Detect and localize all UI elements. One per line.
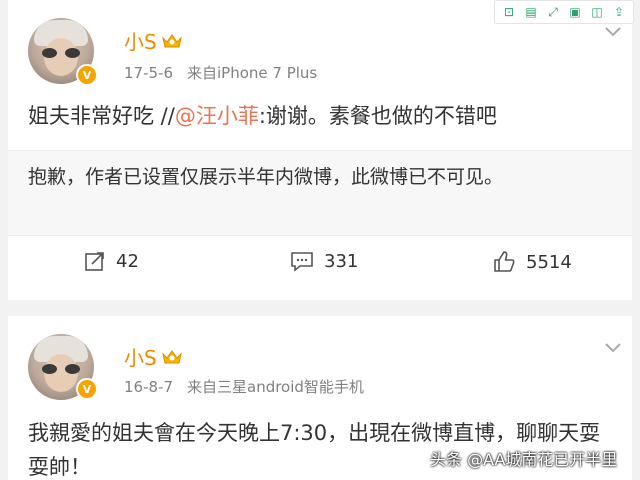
fullscreen-icon[interactable]: ⊡ [501, 4, 517, 20]
verified-badge-icon: V [76, 378, 98, 400]
watermark: 头条 @AA城南花已开半里 [430, 450, 618, 469]
post-meta: 16-8-7 来自三星android智能手机 [124, 376, 364, 397]
post-source: 来自iPhone 7 Plus [187, 64, 318, 82]
comment-count: 331 [324, 250, 359, 272]
weibo-post: V 小S 17-5-6 来自iPhone 7 Plus 姐夫非常好吃 //@汪小菲… [8, 0, 632, 300]
share-icon[interactable]: ⇪ [611, 4, 627, 20]
like-button[interactable]: 5514 [492, 250, 572, 274]
viewer-toolbar: ⊡ ▤ ⤢ ▣ ◫ ⇪ [494, 0, 634, 24]
repost-button[interactable]: 42 [84, 250, 139, 272]
mention-link[interactable]: @汪小菲 [175, 104, 259, 128]
weibo-screenshot: ⊡ ▤ ⤢ ▣ ◫ ⇪ V 小S 17-5-6 来自iPhone 7 Plus 姐… [0, 0, 640, 480]
post-date[interactable]: 17-5-6 [124, 64, 173, 82]
save-icon[interactable]: ▣ [567, 4, 583, 20]
post-date[interactable]: 16-8-7 [124, 378, 173, 396]
username-text: 小S [124, 346, 157, 370]
crown-badge-icon [161, 32, 183, 50]
quoted-post: 抱歉，作者已设置仅展示半年内微博，此微博已不可见。 [8, 150, 632, 236]
username[interactable]: 小S [124, 26, 183, 55]
post-meta: 17-5-6 来自iPhone 7 Plus [124, 62, 317, 83]
quoted-notice: 抱歉，作者已设置仅展示半年内微博，此微博已不可见。 [28, 166, 504, 188]
post-text-rest: :谢谢。素餐也做的不错吧 [258, 104, 497, 128]
chevron-down-icon[interactable] [604, 342, 622, 354]
bookmark-icon[interactable]: ◫ [589, 4, 605, 20]
action-bar: 42 331 5514 [8, 250, 632, 290]
comment-button[interactable]: 331 [290, 250, 358, 272]
thumbs-up-icon [494, 251, 515, 272]
repost-icon [85, 252, 104, 271]
comment-icon [291, 252, 313, 272]
expand-icon[interactable]: ⤢ [545, 4, 561, 20]
chevron-down-icon[interactable] [604, 26, 622, 38]
post-source: 来自三星android智能手机 [187, 378, 364, 396]
repost-count: 42 [116, 250, 139, 272]
username-text: 小S [124, 30, 157, 54]
crown-badge-icon [161, 348, 183, 366]
username[interactable]: 小S [124, 342, 183, 371]
verified-badge-icon: V [76, 64, 98, 86]
post-text: 姐夫非常好吃 //@汪小菲:谢谢。素餐也做的不错吧 [28, 100, 620, 132]
post-text-main: 姐夫非常好吃 // [28, 104, 175, 128]
like-count: 5514 [526, 251, 572, 273]
page-icon[interactable]: ▤ [523, 4, 539, 20]
